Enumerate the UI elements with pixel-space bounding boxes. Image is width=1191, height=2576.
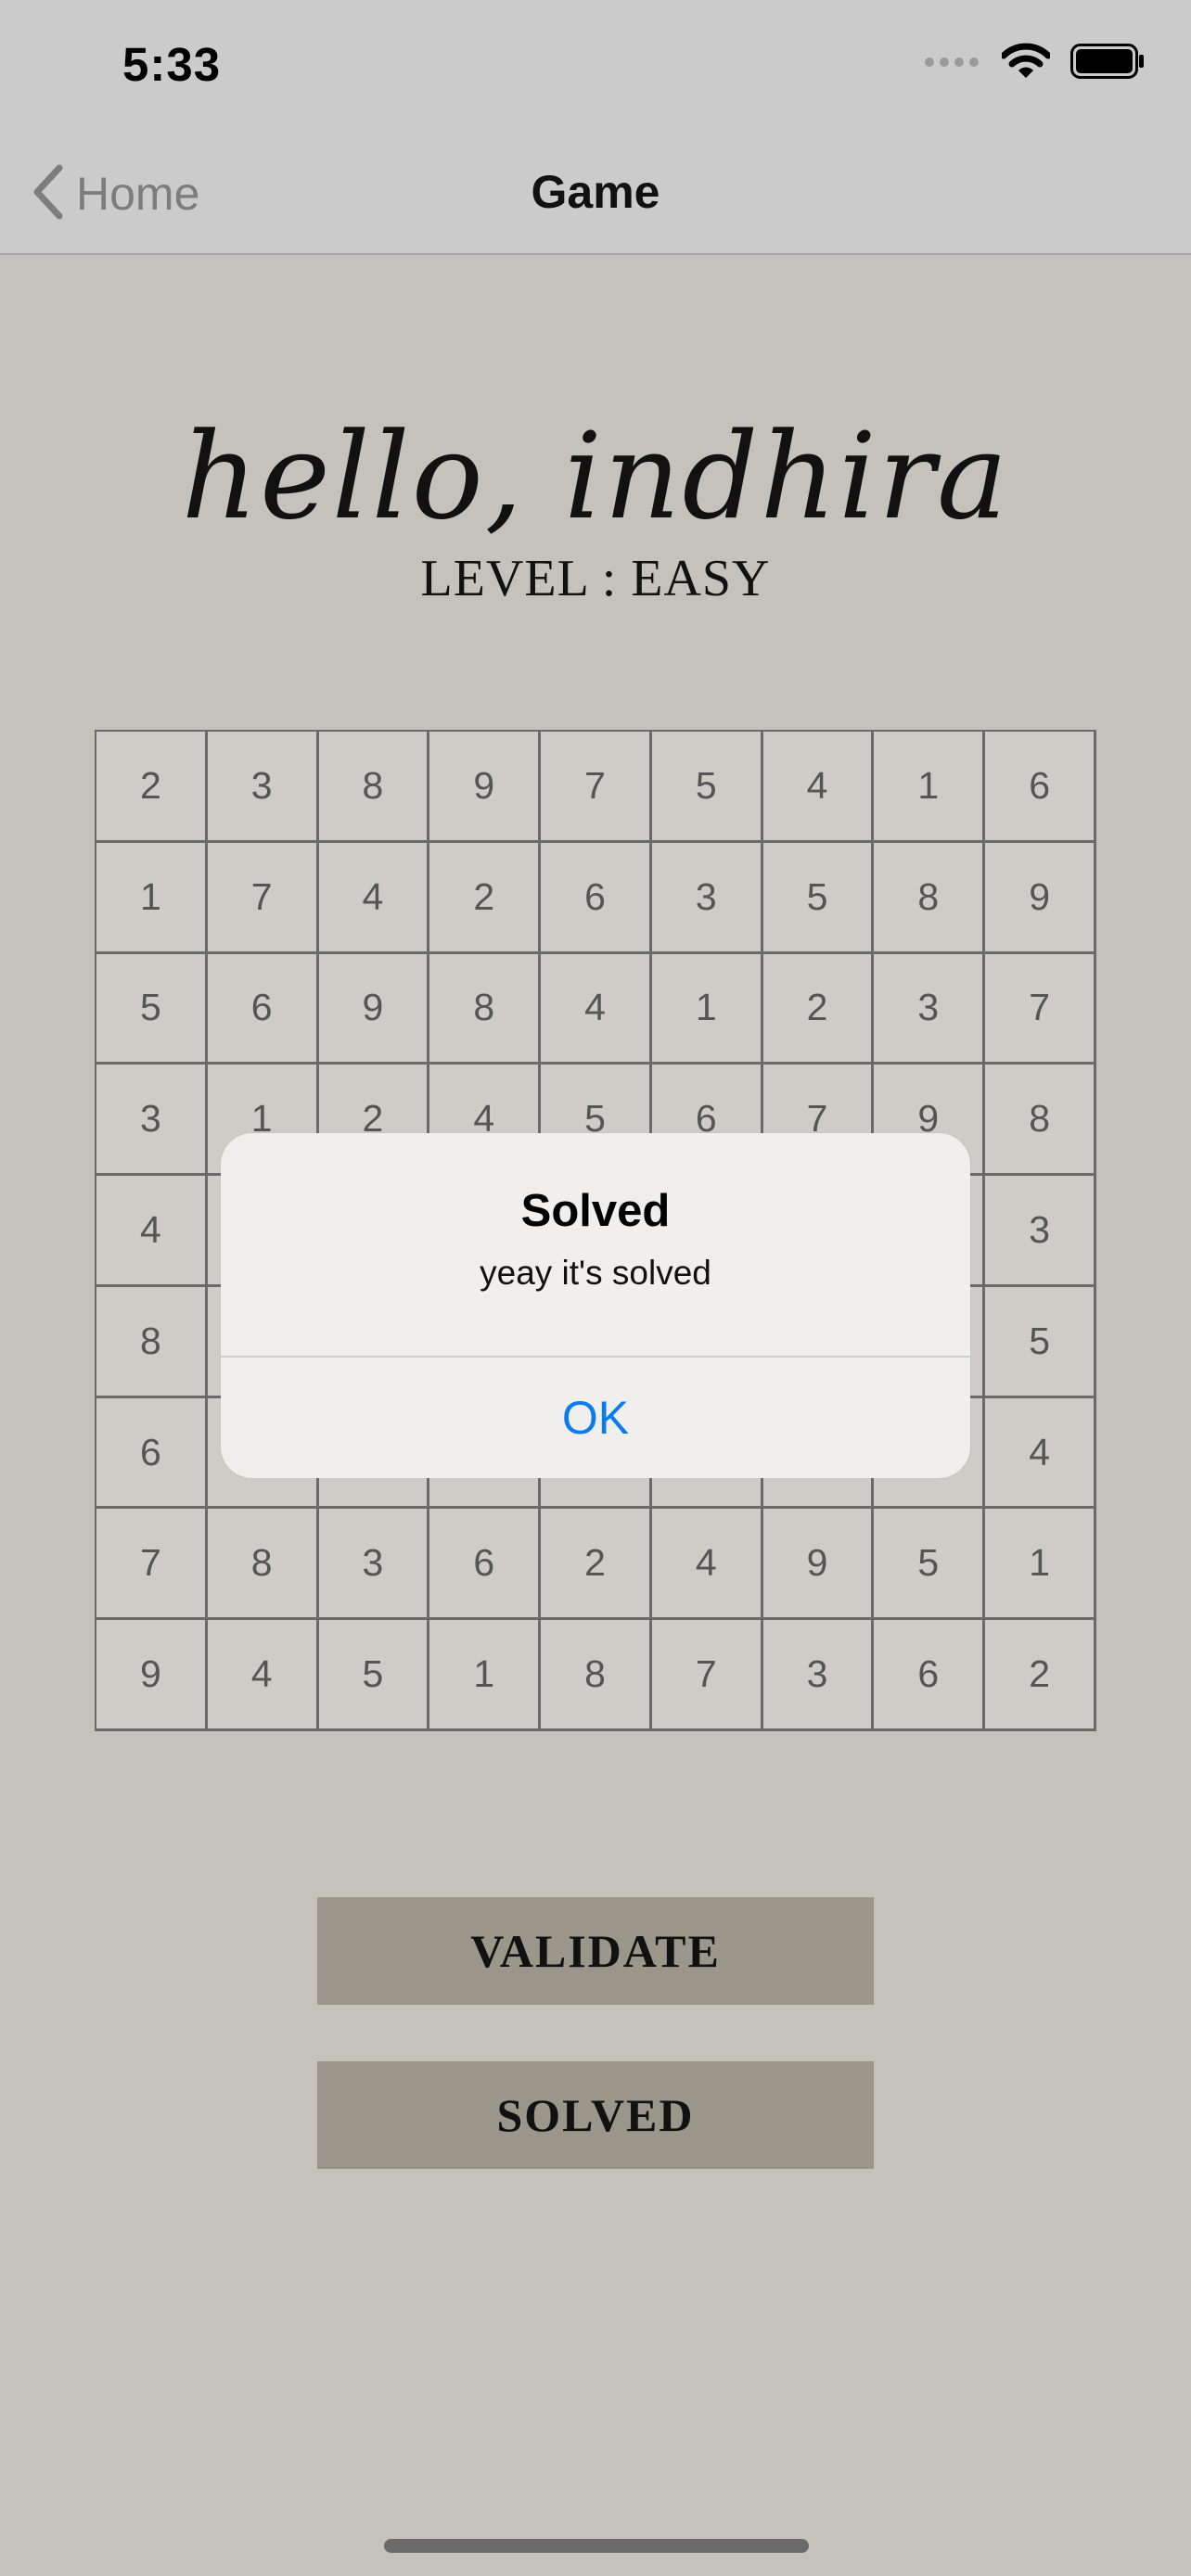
sudoku-cell[interactable]: 4 <box>762 732 875 843</box>
sudoku-cell[interactable]: 3 <box>207 732 319 843</box>
sudoku-cell[interactable]: 4 <box>541 953 652 1065</box>
alert-message: yeay it's solved <box>480 1254 711 1292</box>
sudoku-cell[interactable]: 5 <box>874 1509 986 1621</box>
greeting-title: hello, indhira <box>181 408 1010 546</box>
sudoku-cell[interactable]: 3 <box>985 1176 1096 1287</box>
sudoku-cell[interactable]: 5 <box>318 1620 430 1731</box>
sudoku-cell[interactable]: 1 <box>651 953 763 1065</box>
sudoku-cell[interactable]: 2 <box>541 1509 652 1621</box>
sudoku-cell[interactable]: 9 <box>96 1620 208 1731</box>
signal-dots-icon <box>924 56 981 72</box>
sudoku-cell[interactable]: 9 <box>985 842 1096 954</box>
sudoku-cell[interactable]: 2 <box>429 842 542 954</box>
status-time: 5:33 <box>122 38 222 91</box>
sudoku-cell[interactable]: 4 <box>651 1509 763 1621</box>
solved-button[interactable]: SOLVED <box>317 2061 874 2169</box>
sudoku-cell[interactable]: 6 <box>541 842 652 954</box>
sudoku-cell[interactable]: 1 <box>96 842 208 954</box>
sudoku-cell[interactable]: 6 <box>985 732 1096 843</box>
sudoku-cell[interactable]: 3 <box>96 1065 208 1177</box>
sudoku-cell[interactable]: 2 <box>985 1620 1096 1731</box>
sudoku-cell[interactable]: 4 <box>96 1176 208 1287</box>
status-icons <box>924 43 1145 84</box>
sudoku-cell[interactable]: 5 <box>96 953 208 1065</box>
sudoku-cell[interactable]: 8 <box>207 1509 319 1621</box>
level-label: LEVEL : EASY <box>420 550 771 607</box>
wifi-icon <box>1000 43 1052 84</box>
nav-title: Game <box>531 166 660 218</box>
sudoku-cell[interactable]: 7 <box>985 953 1096 1065</box>
sudoku-cell[interactable]: 7 <box>651 1620 763 1731</box>
sudoku-cell[interactable]: 9 <box>762 1509 875 1621</box>
sudoku-cell[interactable]: 3 <box>318 1509 430 1621</box>
sudoku-cell[interactable]: 7 <box>96 1509 208 1621</box>
sudoku-cell[interactable]: 6 <box>429 1509 542 1621</box>
alert-title: Solved <box>520 1186 671 1236</box>
sudoku-cell[interactable]: 7 <box>541 732 652 843</box>
sudoku-cell[interactable]: 8 <box>318 732 430 843</box>
sudoku-cell[interactable]: 6 <box>874 1620 986 1731</box>
solved-alert: Solved yeay it's solved OK <box>221 1133 970 1478</box>
sudoku-cell[interactable]: 3 <box>762 1620 875 1731</box>
sudoku-cell[interactable]: 2 <box>762 953 875 1065</box>
navigation-bar: Home Game <box>0 139 1191 255</box>
sudoku-cell[interactable]: 8 <box>874 842 986 954</box>
sudoku-cell[interactable]: 7 <box>207 842 319 954</box>
sudoku-cell[interactable]: 3 <box>874 953 986 1065</box>
validate-button[interactable]: VALIDATE <box>317 1897 874 2005</box>
sudoku-cell[interactable]: 8 <box>96 1286 208 1398</box>
sudoku-cell[interactable]: 5 <box>762 842 875 954</box>
battery-icon <box>1070 44 1145 83</box>
sudoku-cell[interactable]: 1 <box>985 1509 1096 1621</box>
status-bar: 5:33 <box>0 0 1191 139</box>
sudoku-cell[interactable]: 4 <box>318 842 430 954</box>
sudoku-cell[interactable]: 9 <box>429 732 542 843</box>
sudoku-cell[interactable]: 9 <box>318 953 430 1065</box>
sudoku-cell[interactable]: 1 <box>874 732 986 843</box>
sudoku-cell[interactable]: 8 <box>429 953 542 1065</box>
sudoku-cell[interactable]: 5 <box>651 732 763 843</box>
sudoku-cell[interactable]: 6 <box>96 1397 208 1510</box>
home-indicator <box>384 2539 809 2553</box>
sudoku-cell[interactable]: 6 <box>207 953 319 1065</box>
sudoku-cell[interactable]: 2 <box>96 732 208 843</box>
sudoku-cell[interactable]: 1 <box>429 1620 542 1731</box>
sudoku-cell[interactable]: 8 <box>541 1620 652 1731</box>
sudoku-cell[interactable]: 3 <box>651 842 763 954</box>
sudoku-cell[interactable]: 8 <box>985 1065 1096 1177</box>
sudoku-cell[interactable]: 4 <box>985 1397 1096 1510</box>
sudoku-cell[interactable]: 5 <box>985 1286 1096 1398</box>
alert-ok-button[interactable]: OK <box>221 1358 970 1478</box>
sudoku-cell[interactable]: 4 <box>207 1620 319 1731</box>
